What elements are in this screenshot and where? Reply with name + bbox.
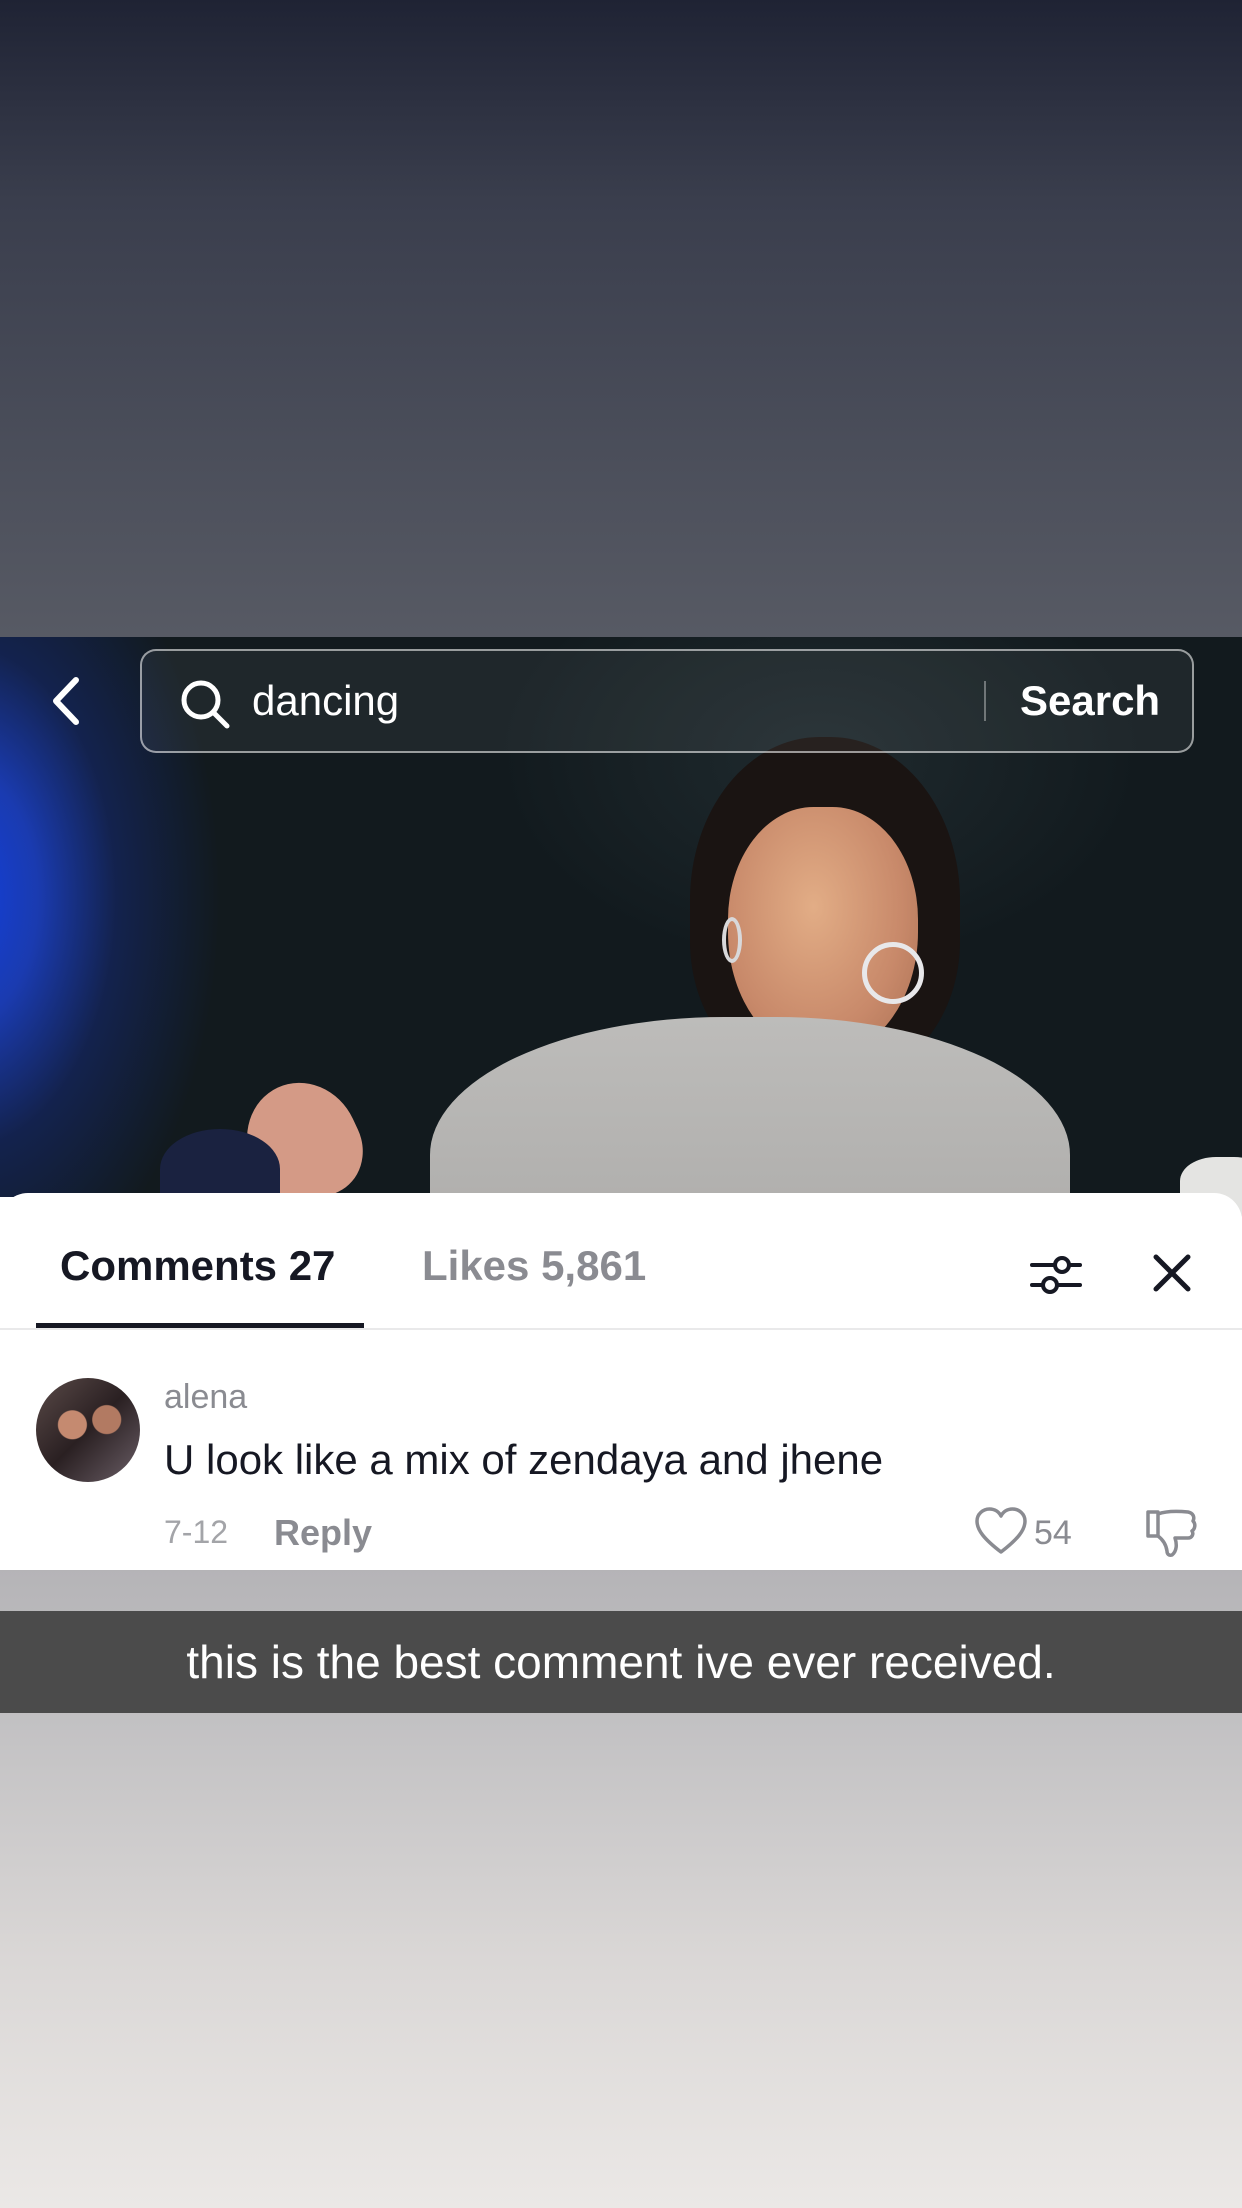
search-input[interactable]: dancing [252, 651, 399, 751]
search-icon [181, 680, 230, 729]
screenshot-frame: dancing Search Comments 27 Likes 5,861 a… [0, 637, 1242, 1570]
sheet-divider [0, 1328, 1242, 1330]
close-icon[interactable] [1152, 1253, 1192, 1293]
back-button[interactable] [36, 671, 96, 731]
comment-date: 7-12 [164, 1514, 229, 1550]
comment-item: alena U look like a mix of zendaya and j… [0, 1378, 1242, 1570]
avatar[interactable] [36, 1378, 140, 1482]
back-chevron-icon [53, 677, 79, 725]
video-subject-earring [862, 942, 924, 1004]
comment-text: U look like a mix of zendaya and jhene [164, 1436, 884, 1483]
comment-username[interactable]: alena [164, 1378, 247, 1417]
search-button[interactable]: Search [1020, 651, 1160, 751]
heart-icon[interactable] [974, 1506, 1028, 1556]
dislike-icon[interactable] [1144, 1506, 1198, 1560]
search-divider [984, 681, 986, 721]
filter-icon[interactable] [1030, 1253, 1082, 1297]
tab-likes[interactable]: Likes 5,861 [422, 1231, 646, 1301]
search-header: dancing Search [0, 649, 1242, 753]
video-player[interactable]: dancing Search [0, 637, 1242, 1317]
video-subject-earring-left [722, 917, 742, 963]
story-caption: this is the best comment ive ever receiv… [0, 1611, 1242, 1713]
search-bar[interactable]: dancing Search [140, 649, 1194, 753]
like-count: 54 [1034, 1514, 1072, 1552]
comments-sheet: Comments 27 Likes 5,861 alena U look lik… [0, 1193, 1242, 1570]
tab-comments[interactable]: Comments 27 [60, 1231, 335, 1301]
reply-button[interactable]: Reply [274, 1512, 372, 1554]
